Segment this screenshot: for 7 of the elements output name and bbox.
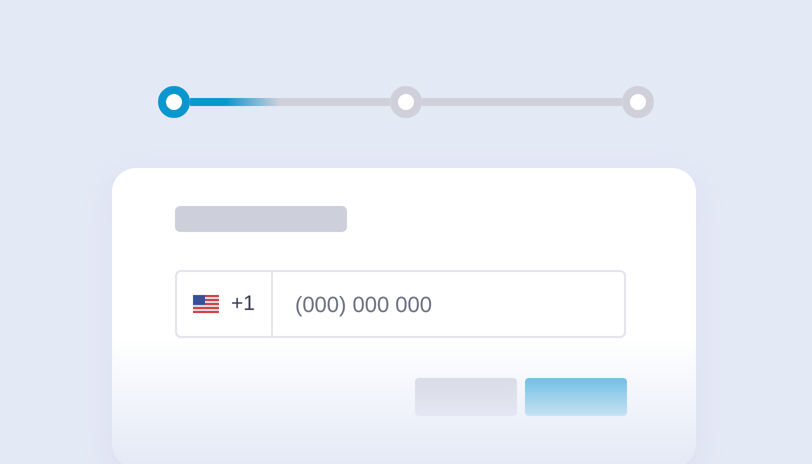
country-selector[interactable]: +1 — [177, 272, 273, 336]
back-button[interactable] — [415, 378, 517, 416]
phone-input[interactable]: (000) 000 000 — [273, 272, 624, 336]
next-button[interactable] — [525, 378, 627, 416]
country-code: +1 — [231, 291, 255, 318]
flag-icon — [193, 295, 219, 313]
phone-field[interactable]: +1 (000) 000 000 — [175, 270, 626, 338]
